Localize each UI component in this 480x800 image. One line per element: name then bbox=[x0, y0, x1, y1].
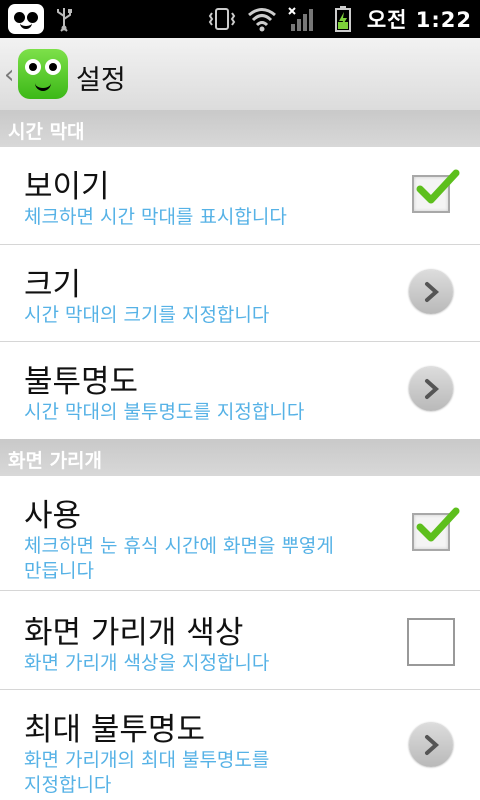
chevron-right-icon bbox=[425, 735, 440, 755]
pref-summary-line1: 화면 가리개의 최대 불투명도를 bbox=[24, 749, 270, 771]
status-bar: 오전 1:22 bbox=[0, 0, 480, 38]
section-header-screen-shade: 화면 가리개 bbox=[0, 439, 480, 476]
pref-item-shade-color[interactable]: 화면 가리개 색상 화면 가리개 색상을 지정합니다 bbox=[0, 591, 480, 690]
battery-charging-icon bbox=[334, 6, 351, 32]
check-mark-icon bbox=[416, 169, 460, 204]
max-opacity-arrow-button[interactable] bbox=[409, 723, 453, 767]
pref-title: 사용 bbox=[24, 498, 82, 534]
title-bar: ‹ 설정 bbox=[0, 38, 480, 111]
app-logo-icon[interactable] bbox=[18, 49, 68, 99]
pref-summary: 화면 가리개 색상을 지정합니다 bbox=[24, 652, 270, 674]
shade-color-checkbox[interactable] bbox=[407, 618, 455, 666]
pref-title: 화면 가리개 색상 bbox=[24, 615, 244, 651]
pref-summary: 체크하면 시간 막대를 표시합니다 bbox=[24, 206, 287, 228]
app-notification-icon bbox=[8, 4, 44, 34]
section-header-time-bar: 시간 막대 bbox=[0, 110, 480, 147]
pref-summary-line1: 체크하면 눈 휴식 시간에 화면을 뿌옇게 bbox=[24, 535, 334, 557]
pref-item-max-opacity[interactable]: 최대 불투명도 화면 가리개의 최대 불투명도를 지정합니다 bbox=[0, 690, 480, 800]
signal-icon bbox=[288, 7, 313, 31]
check-mark-icon bbox=[416, 507, 460, 542]
pref-summary: 시간 막대의 크기를 지정합니다 bbox=[24, 304, 270, 326]
enable-checkbox[interactable] bbox=[412, 507, 460, 551]
clock: 오전 1:22 bbox=[366, 8, 472, 32]
pref-title: 보이기 bbox=[24, 169, 110, 205]
pref-item-enable[interactable]: 사용 체크하면 눈 휴식 시간에 화면을 뿌옇게 만듭니다 bbox=[0, 476, 480, 591]
back-chevron-icon[interactable]: ‹ bbox=[4, 60, 14, 90]
vibrate-icon bbox=[208, 8, 236, 30]
pref-title: 크기 bbox=[24, 267, 82, 303]
wifi-icon bbox=[247, 8, 276, 32]
chevron-right-icon bbox=[425, 282, 440, 302]
chevron-right-icon bbox=[425, 379, 440, 399]
size-arrow-button[interactable] bbox=[409, 270, 453, 314]
pref-summary-line2: 지정합니다 bbox=[24, 774, 112, 796]
pref-title: 불투명도 bbox=[24, 364, 139, 400]
pref-item-opacity[interactable]: 불투명도 시간 막대의 불투명도를 지정합니다 bbox=[0, 342, 480, 439]
pref-title: 최대 불투명도 bbox=[24, 712, 205, 748]
page-title: 설정 bbox=[76, 65, 126, 96]
show-checkbox[interactable] bbox=[412, 169, 460, 213]
opacity-arrow-button[interactable] bbox=[409, 367, 453, 411]
usb-icon bbox=[57, 8, 72, 32]
pref-item-size[interactable]: 크기 시간 막대의 크기를 지정합니다 bbox=[0, 245, 480, 342]
pref-item-show[interactable]: 보이기 체크하면 시간 막대를 표시합니다 bbox=[0, 147, 480, 245]
pref-summary: 시간 막대의 불투명도를 지정합니다 bbox=[24, 401, 305, 423]
pref-summary-line2: 만듭니다 bbox=[24, 560, 94, 582]
